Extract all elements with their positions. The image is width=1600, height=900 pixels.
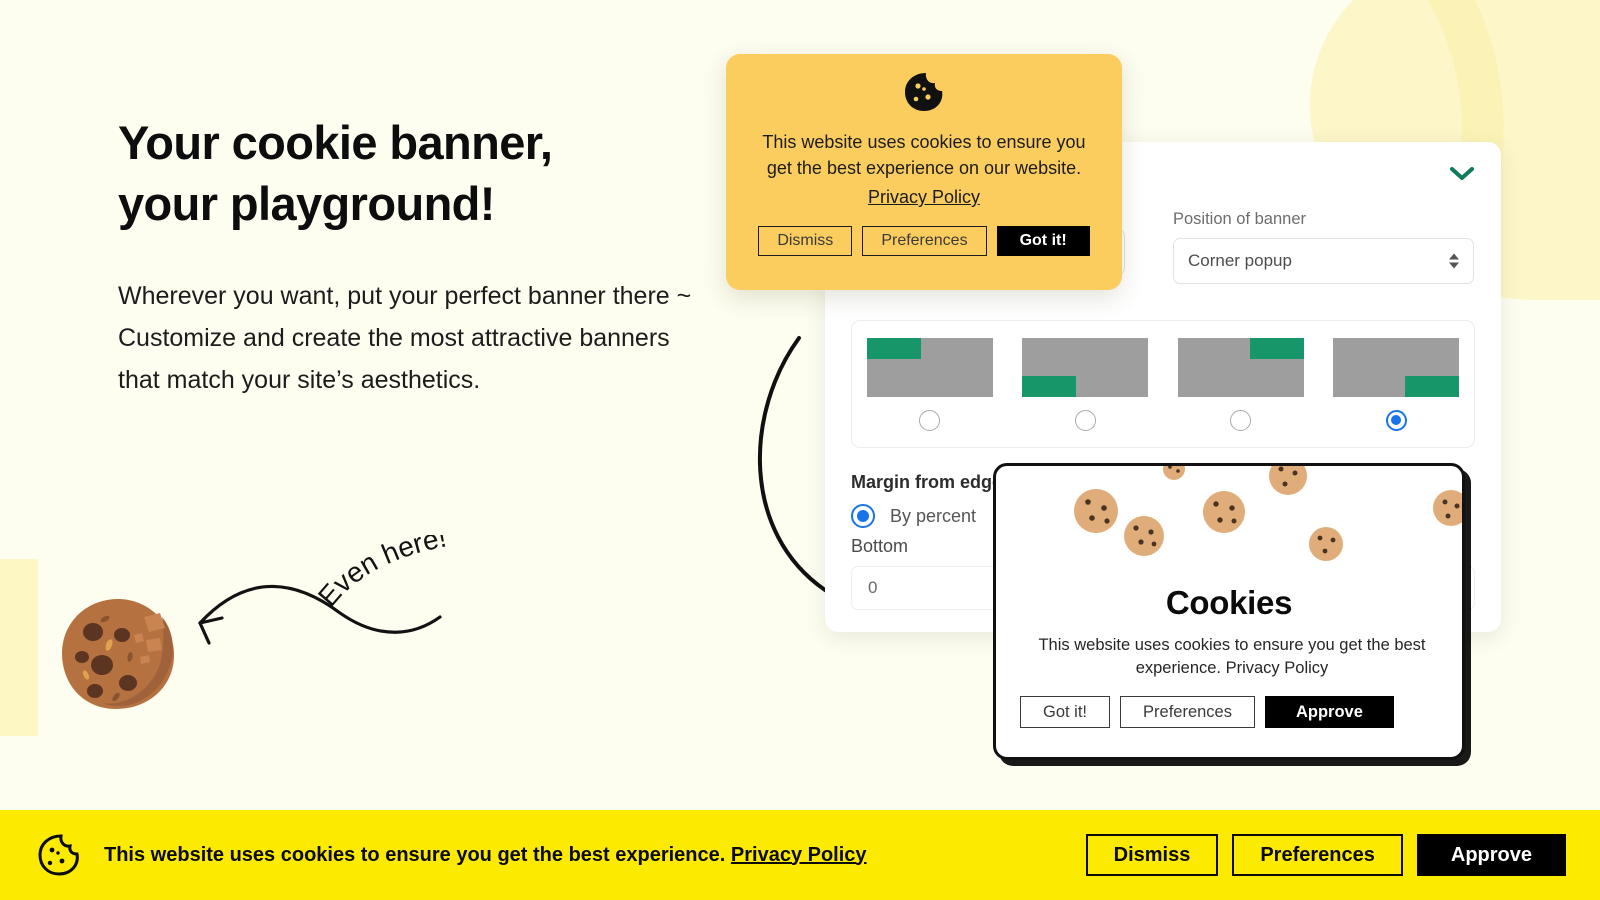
bottom-bar-message: This website uses cookies to ensure you … xyxy=(104,843,726,866)
yellow-popup-got-it-button[interactable]: Got it! xyxy=(996,226,1090,257)
bottom-bar-dismiss-button[interactable]: Dismiss xyxy=(1085,834,1219,876)
bottom-margin-label: Bottom xyxy=(851,536,909,556)
bottom-margin-value: 0 xyxy=(868,578,878,597)
corner-position-options xyxy=(851,320,1475,448)
bottom-cookie-bar: This website uses cookies to ensure you … xyxy=(0,810,1600,900)
bottom-bar-actions: Dismiss Preferences Approve xyxy=(1085,834,1566,876)
even-here-annotation: Even here! xyxy=(180,521,600,665)
position-of-banner-select[interactable]: Corner popup xyxy=(1173,238,1474,284)
position-option-bottom-right[interactable] xyxy=(1319,337,1475,431)
by-percent-option[interactable]: By percent xyxy=(851,504,976,528)
yellow-popup-privacy-link[interactable]: Privacy Policy xyxy=(868,187,980,208)
background-left-rectangle-decoration xyxy=(0,559,38,736)
position-option-top-left[interactable] xyxy=(852,337,1008,431)
white-popup-actions: Got it! Preferences Approve xyxy=(1020,696,1394,728)
scattered-cookies-decoration xyxy=(996,466,1462,576)
white-popup-got-it-button[interactable]: Got it! xyxy=(1020,696,1111,728)
hero-subcopy: Wherever you want, put your perfect bann… xyxy=(118,282,692,394)
yellow-popup-message: This website uses cookies to ensure you … xyxy=(762,132,1086,178)
position-of-banner-field: Position of banner Corner popup xyxy=(1173,210,1474,284)
position-thumbnail-top-right xyxy=(1177,337,1304,397)
position-radio-bottom-right[interactable] xyxy=(1385,409,1407,431)
white-cookies-popup: Cookies This website uses cookies to ens… xyxy=(993,463,1465,760)
margin-from-edges-label: Margin from edges xyxy=(851,472,1013,492)
position-option-bottom-left[interactable] xyxy=(1008,337,1164,431)
svg-text:Even here!: Even here! xyxy=(312,535,449,612)
white-popup-preferences-button[interactable]: Preferences xyxy=(1120,696,1255,728)
bottom-bar-preferences-button[interactable]: Preferences xyxy=(1232,834,1403,876)
by-percent-radio[interactable] xyxy=(851,504,875,528)
headline-line-2: your playground! xyxy=(118,177,495,231)
position-radio-top-right[interactable] xyxy=(1230,409,1252,431)
cookie-bite-icon xyxy=(36,833,82,877)
spinner-arrows-icon xyxy=(1449,253,1459,269)
yellow-popup-preferences-button[interactable]: Preferences xyxy=(862,226,987,257)
bottom-bar-privacy-link[interactable]: Privacy Policy xyxy=(731,844,867,866)
position-radio-top-left[interactable] xyxy=(919,409,941,431)
yellow-popup-actions: Dismiss Preferences Got it! xyxy=(758,226,1090,257)
white-popup-approve-button[interactable]: Approve xyxy=(1264,696,1394,728)
position-option-top-right[interactable] xyxy=(1163,337,1319,431)
yellow-cookie-popup: This website uses cookies to ensure you … xyxy=(726,54,1122,290)
position-radio-bottom-left[interactable] xyxy=(1074,409,1096,431)
chevron-down-icon[interactable] xyxy=(1445,160,1479,188)
even-here-text: Even here! xyxy=(312,521,449,612)
cookie-bite-icon xyxy=(903,72,945,117)
white-popup-title: Cookies xyxy=(1165,584,1293,621)
position-thumbnail-bottom-left xyxy=(1022,337,1149,397)
headline-line-1: Your cookie banner, xyxy=(118,116,553,169)
position-thumbnail-top-left xyxy=(866,337,993,397)
bottom-bar-approve-button[interactable]: Approve xyxy=(1416,834,1566,876)
position-of-banner-label: Position of banner xyxy=(1173,210,1307,228)
bottom-bar-message-wrap: This website uses cookies to ensure you … xyxy=(104,844,867,867)
white-popup-message: This website uses cookies to ensure you … xyxy=(1038,636,1426,678)
position-thumbnail-bottom-right xyxy=(1333,337,1460,397)
page-title: Your cookie banner, your playground! xyxy=(118,112,718,234)
cookie-illustration xyxy=(58,595,178,713)
by-percent-label: By percent xyxy=(890,505,977,526)
position-of-banner-value: Corner popup xyxy=(1188,251,1292,270)
yellow-popup-dismiss-button[interactable]: Dismiss xyxy=(758,226,853,257)
